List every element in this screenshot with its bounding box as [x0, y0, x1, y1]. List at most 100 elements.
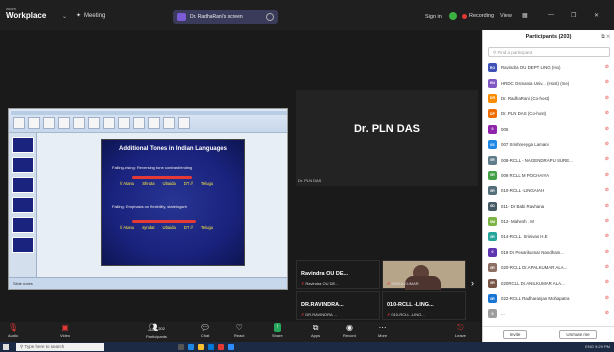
participant-row[interactable]: HU HRDC Osmania Univ... (Host) (me) ⊘ [483, 75, 614, 90]
popout-icon[interactable]: ⧉ [601, 34, 605, 40]
muted-mic-icon: ⊘ [604, 279, 609, 286]
participant-name: 012- Mahesh . M [501, 219, 534, 225]
muted-mic-icon: ⊘ [604, 233, 609, 240]
speaker-name: Dr. PLN DAS [353, 123, 420, 135]
participant-row[interactable]: RO Ravindra OU DEPT LING (Ho) ⊘ [483, 60, 614, 75]
participant-name: 011- Dr Babi Ravhana [501, 203, 545, 209]
muted-mic-icon: ⊘ [604, 248, 609, 255]
task-view-icon[interactable] [178, 344, 184, 350]
zoom-window: zoom Workplace ⌄ ✦ Meeting Dr. RadhaRani… [0, 0, 614, 352]
find-participant-input[interactable]: ⚲ Find a participant [488, 47, 610, 57]
muted-mic-icon: ✗ [301, 281, 305, 286]
more-button[interactable]: ⋯ More [378, 322, 387, 338]
audio-button[interactable]: 🎙︎ Audio [8, 322, 18, 338]
system-tray: ENG 9:29 PM [585, 344, 610, 349]
participant-name: 007 Srishreeyga Lamani [501, 142, 549, 148]
video-tile[interactable]: Ravindra OU DE... ✗ Ravindra OU DE... [296, 260, 380, 289]
restore-icon[interactable]: ❐ [571, 12, 576, 19]
language-indicator[interactable]: ENG [585, 344, 594, 349]
panel-title: Participants (203) [525, 34, 572, 40]
recording-label: Recording [469, 13, 495, 19]
top-bar: zoom Workplace ⌄ ✦ Meeting Dr. RadhaRani… [0, 0, 614, 30]
video-tile[interactable]: ✗ SINKA KUMAR [382, 260, 466, 290]
close-panel-icon[interactable]: ✕ [606, 34, 610, 40]
sign-in-link[interactable]: Sign in [425, 14, 442, 20]
share-options-icon[interactable] [266, 13, 274, 21]
chrome-icon[interactable] [218, 344, 224, 350]
participant-row[interactable]: 0R 008-RCLL - NAGENDRAPU SURE... ⊘ [483, 152, 614, 167]
react-button[interactable]: ♡ React [234, 322, 244, 338]
recording-indicator[interactable]: Recording [462, 13, 494, 19]
muted-mic-icon: ⊘ [604, 110, 609, 117]
video-tile[interactable]: DR.RAVINDRA... ✗ DR.RAVINDRA ... [296, 291, 380, 320]
muted-mic-icon: ⊘ [604, 94, 609, 101]
share-indicator[interactable]: Dr. RadhaRani's screen [173, 10, 278, 24]
active-speaker-tile[interactable]: Dr. PLN DAS Dr. PLN DAS [296, 90, 478, 186]
participant-row[interactable]: 0D 011- Dr Babi Ravhana ⊘ [483, 199, 614, 214]
participant-row[interactable]: 0R 020RCLL Dr.ANILKUMAR ALA... ⊘ [483, 275, 614, 290]
apps-icon: ⧉ [312, 323, 319, 332]
chat-button[interactable]: 💬︎ Chat [200, 322, 210, 338]
record-button[interactable]: ◉ Record [343, 322, 356, 338]
participant-name: Dr. PLN DAS (Co-host) [501, 111, 547, 117]
share-label: Dr. RadhaRani's screen [190, 14, 243, 20]
participant-row[interactable]: 0 019 Dr Pesarikumar Nandham... ⊘ [483, 245, 614, 260]
chevron-down-icon[interactable]: ⌄ [62, 13, 67, 20]
video-off-icon: ▣ [61, 323, 69, 332]
video-button[interactable]: ▣ Video [60, 322, 70, 338]
clock[interactable]: 9:29 PM [595, 344, 610, 349]
brand-name: Workplace [6, 11, 47, 20]
participant-name: 008-RCLL - NAGENDRAPU SURE... [501, 157, 573, 163]
minimize-icon[interactable]: — [548, 12, 554, 18]
participant-name: 022-RCLL Radharanjan Mohapatra [501, 296, 570, 302]
share-badge-icon [177, 13, 186, 21]
participant-row[interactable]: 0R 014-RCLL. Srinivas H.E ⊘ [483, 229, 614, 244]
zoom-icon[interactable] [228, 344, 234, 350]
leave-button[interactable]: ⎋ Leave [455, 322, 466, 338]
participants-panel: Participants (203) ⧉ ✕ ⚲ Find a particip… [482, 30, 614, 342]
apps-button[interactable]: ⧉ Apps [311, 322, 320, 338]
view-menu[interactable]: View [500, 13, 512, 19]
participant-row[interactable]: DP Dr. PLN DAS (Co-host) ⊘ [483, 106, 614, 121]
video-tile[interactable]: 010-RCLL -LING... ✗ 010-RCLL -LING... [382, 291, 466, 320]
participant-row[interactable]: 0R 022-RCLL Radharanjan Mohapatra ⊘ [483, 291, 614, 306]
ppt-ribbon [9, 109, 287, 133]
slide-title: Additional Tones in Indian Languages [119, 146, 227, 152]
participant-row[interactable]: 0 005 ⊘ [483, 122, 614, 137]
participant-row[interactable]: 0R 009 RCLL M POCHAIYA ⊘ [483, 168, 614, 183]
participants-button[interactable]: 👥︎202 Participants [146, 322, 167, 339]
participant-row[interactable]: 0S 007 Srishreeyga Lamani ⊘ [483, 137, 614, 152]
avatar: 0R [488, 294, 497, 304]
windows-start-icon[interactable] [3, 344, 9, 350]
edge-icon[interactable] [188, 344, 194, 350]
avatar: 0 [488, 309, 497, 319]
participant-row[interactable]: DR Dr. RadhaRani (Co-host) ⊘ [483, 91, 614, 106]
slide-thumbnail [12, 237, 34, 253]
store-icon[interactable] [208, 344, 214, 350]
meeting-label: Meeting [84, 12, 106, 19]
security-shield-icon[interactable] [449, 12, 457, 20]
grid-icon[interactable]: ▦ [522, 12, 528, 19]
chat-icon: 💬︎ [200, 323, 211, 332]
unmute-me-button[interactable]: Unmute me [559, 330, 597, 339]
taskbar-search[interactable]: ⚲ Type here to search [16, 343, 104, 351]
invite-button[interactable]: Invite [503, 330, 527, 339]
close-icon[interactable]: ✕ [594, 12, 599, 19]
muted-mic-icon: ⊘ [604, 264, 609, 271]
file-explorer-icon[interactable] [198, 344, 204, 350]
next-page-arrow-icon[interactable]: › [471, 278, 474, 288]
participant-row[interactable]: 0... ⊘ [483, 306, 614, 321]
ppt-status-bar: Slide notes [9, 277, 287, 289]
meeting-menu[interactable]: ✦ Meeting [76, 12, 106, 20]
participant-name: 020RCLL Dr.ANILKUMAR ALA... [501, 280, 565, 286]
participant-row[interactable]: 0R 010-RCLL -LINGAIAH ⊘ [483, 183, 614, 198]
slide-thumbnail [12, 137, 34, 153]
share-button[interactable]: ↑ Share [272, 322, 283, 338]
participant-row[interactable]: 0R 020-RCLL Dr.APALKUMAR ALA... ⊘ [483, 260, 614, 275]
muted-mic-icon: ⊘ [604, 125, 609, 132]
muted-mic-icon: ⊘ [604, 310, 609, 317]
participant-row[interactable]: 0M 012- Mahesh . M ⊘ [483, 214, 614, 229]
slide-thumbnail [12, 217, 34, 233]
avatar: RO [488, 63, 497, 73]
participant-name: 014-RCLL. Srinivas H.E [501, 234, 548, 240]
